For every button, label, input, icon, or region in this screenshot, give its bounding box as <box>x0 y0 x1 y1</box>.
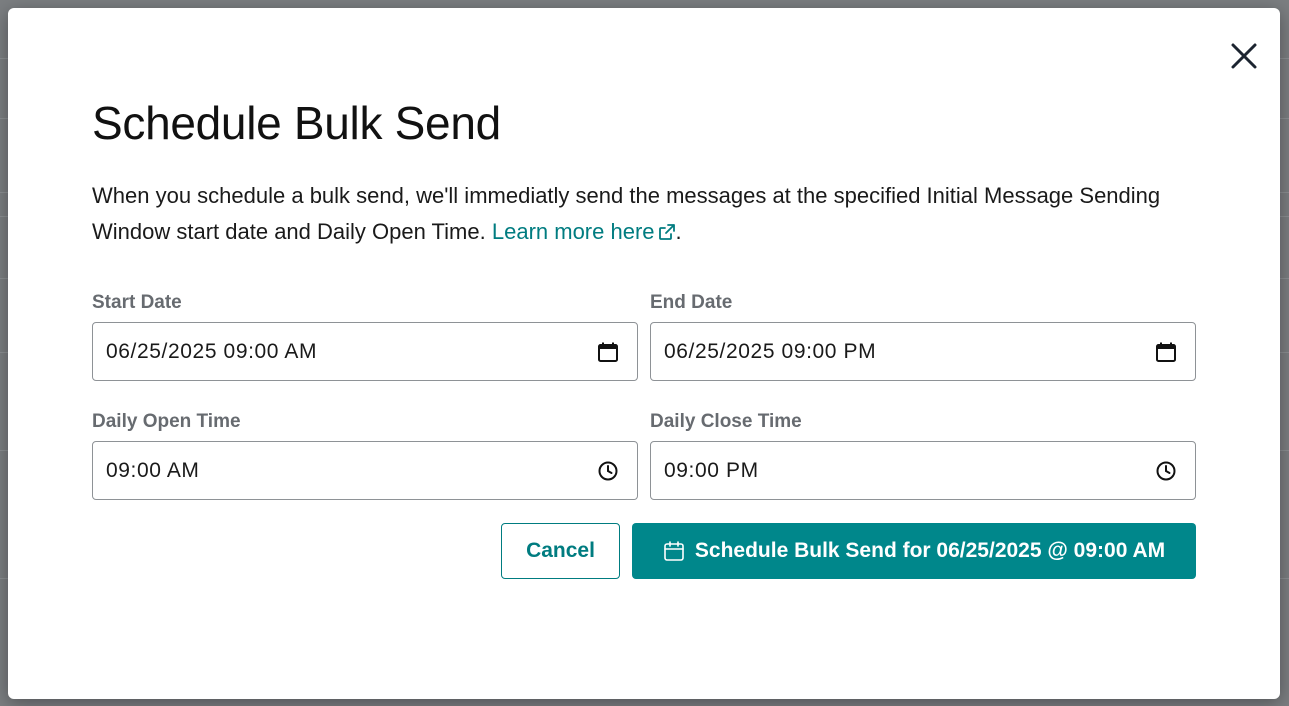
daily-open-time-input[interactable]: 09:00 AM <box>92 441 638 500</box>
learn-more-link-text: Learn more here <box>491 219 655 244</box>
external-link-icon <box>658 224 675 240</box>
end-date-label: End Date <box>650 292 733 313</box>
modal-description: When you schedule a bulk send, we'll imm… <box>92 178 1202 250</box>
description-end: . <box>675 219 682 244</box>
learn-more-link[interactable]: Learn more here <box>492 219 676 244</box>
start-date-label: Start Date <box>92 292 182 313</box>
end-date-field: End Date 06/25/2025 09:00 PM <box>650 291 1196 381</box>
calendar-icon <box>664 541 684 561</box>
end-date-value: 06/25/2025 09:00 PM <box>664 339 877 363</box>
daily-open-time-field: Daily Open Time 09:00 AM <box>92 410 638 500</box>
calendar-icon[interactable] <box>1155 341 1177 363</box>
daily-close-time-value: 09:00 PM <box>664 458 759 482</box>
close-icon <box>1231 43 1257 69</box>
start-date-value: 06/25/2025 09:00 AM <box>106 339 318 363</box>
schedule-bulk-send-button[interactable]: Schedule Bulk Send for 06/25/2025 @ 09:0… <box>632 523 1196 579</box>
start-date-field: Start Date 06/25/2025 09:00 AM <box>92 291 638 381</box>
modal-title: Schedule Bulk Send <box>92 97 501 149</box>
cancel-button[interactable]: Cancel <box>501 523 620 579</box>
daily-close-time-field: Daily Close Time 09:00 PM <box>650 410 1196 500</box>
daily-close-time-label: Daily Close Time <box>650 411 802 432</box>
daily-open-time-value: 09:00 AM <box>106 458 200 482</box>
calendar-icon[interactable] <box>597 341 619 363</box>
daily-open-time-label: Daily Open Time <box>92 411 241 432</box>
clock-icon[interactable] <box>1155 460 1177 482</box>
schedule-bulk-send-modal: Schedule Bulk Send When you schedule a b… <box>8 8 1280 699</box>
clock-icon[interactable] <box>597 460 619 482</box>
schedule-button-label: Schedule Bulk Send for 06/25/2025 @ 09:0… <box>694 539 1166 562</box>
start-date-input[interactable]: 06/25/2025 09:00 AM <box>92 322 638 381</box>
close-button[interactable] <box>1228 40 1260 72</box>
end-date-input[interactable]: 06/25/2025 09:00 PM <box>650 322 1196 381</box>
daily-close-time-input[interactable]: 09:00 PM <box>650 441 1196 500</box>
